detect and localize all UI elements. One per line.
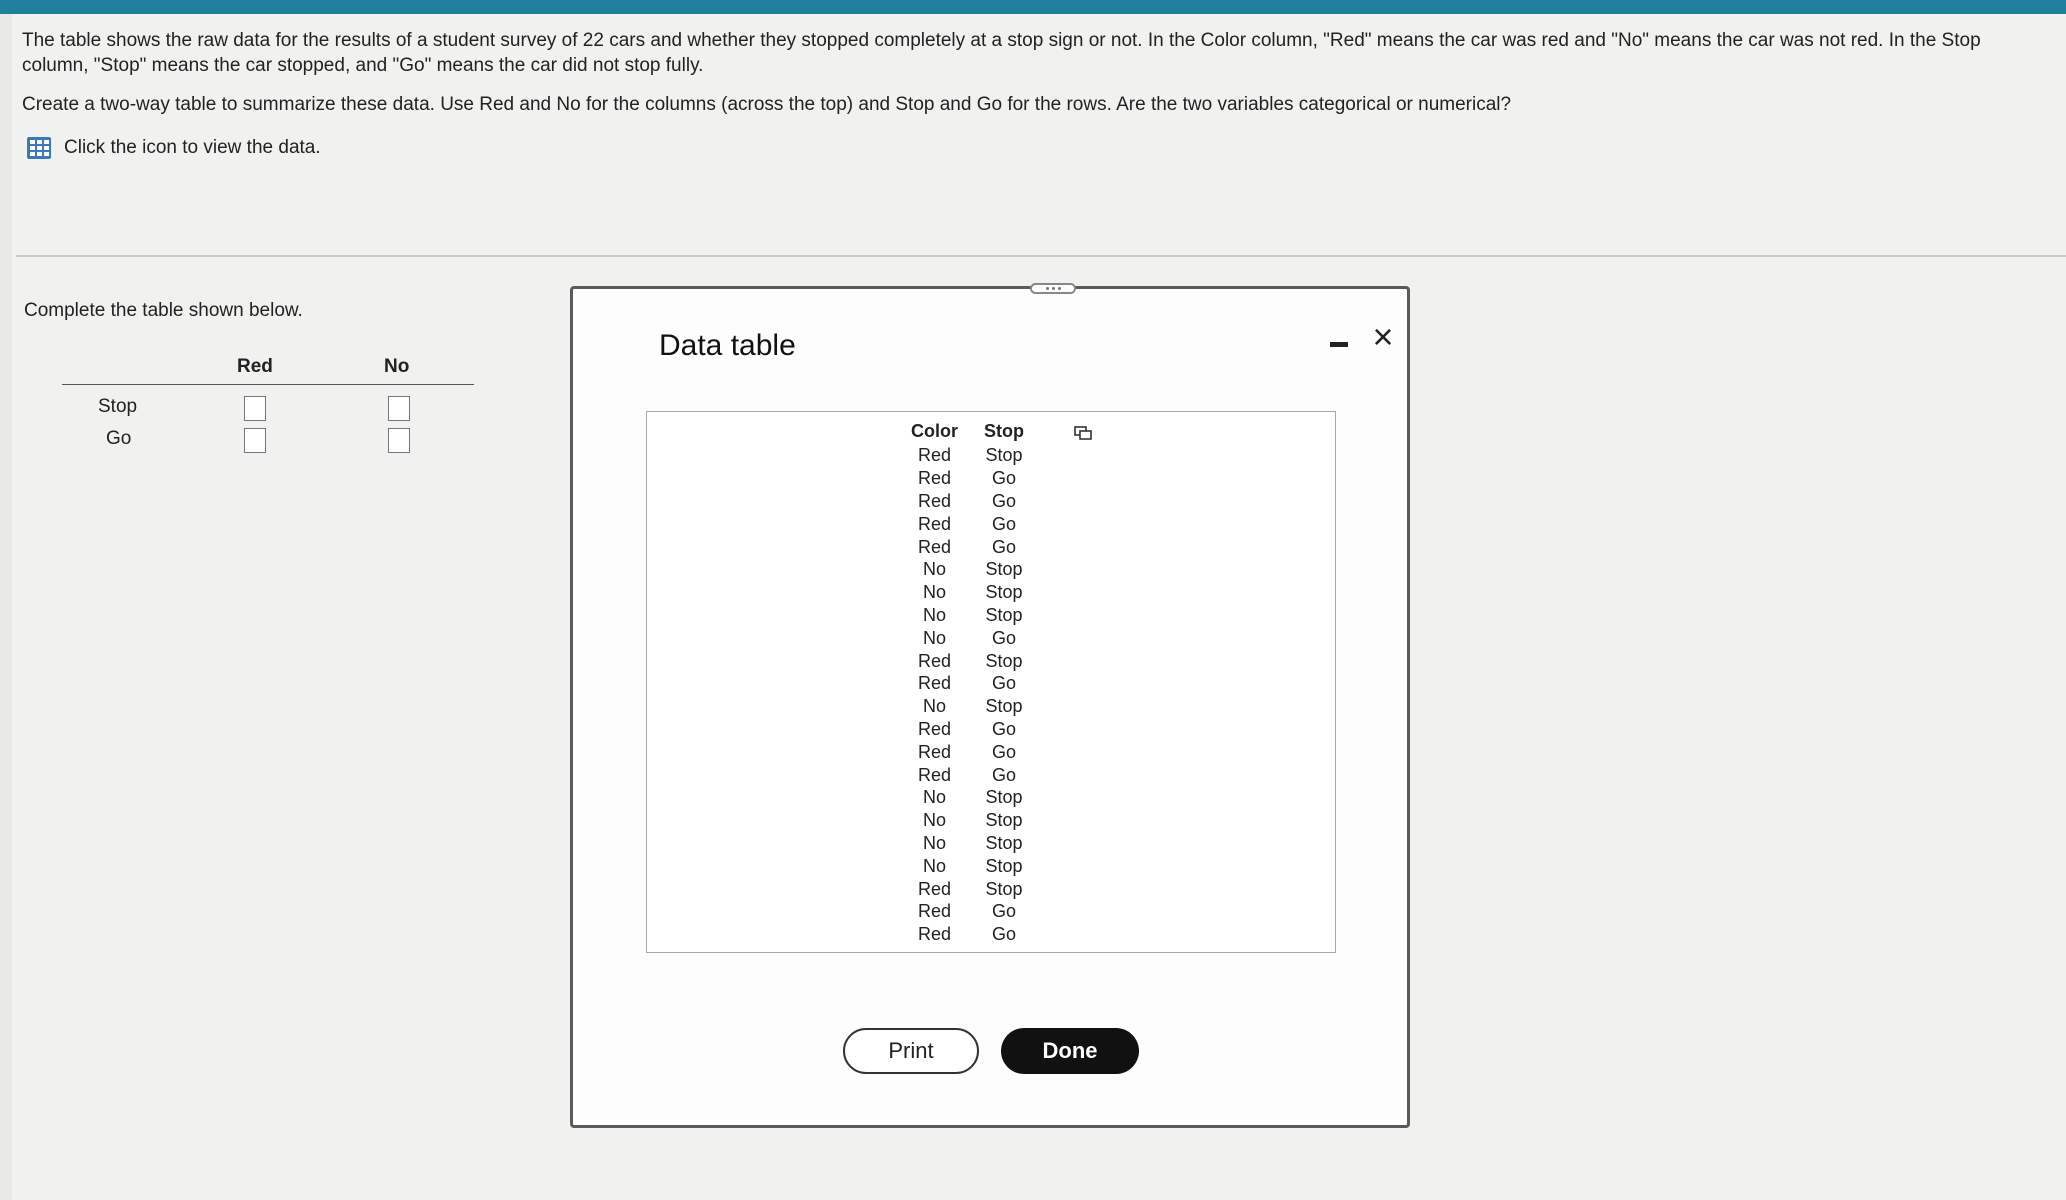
top-bar bbox=[0, 0, 2066, 14]
stop-cell: Stop bbox=[985, 445, 1023, 466]
stop-cell: Go bbox=[991, 718, 1016, 739]
dialog-title: Data table bbox=[659, 329, 796, 362]
table-row: No Stop bbox=[898, 604, 1037, 627]
stop-cell: Go bbox=[991, 673, 1016, 694]
col-header-stop: Stop bbox=[984, 420, 1024, 441]
color-cell: Red bbox=[917, 445, 952, 466]
close-button[interactable]: × bbox=[1363, 317, 1403, 357]
table-row: No Stop bbox=[898, 581, 1037, 604]
color-cell: Red bbox=[917, 513, 952, 534]
table-row: Red Stop bbox=[898, 877, 1037, 900]
color-cell: No bbox=[922, 696, 946, 717]
answer-no-go[interactable] bbox=[388, 428, 410, 453]
stop-cell: Go bbox=[991, 741, 1016, 762]
table-row: Red Stop bbox=[898, 649, 1037, 672]
minimize-button[interactable] bbox=[1325, 329, 1353, 357]
color-cell: Red bbox=[917, 901, 952, 922]
data-table-area: Color Stop Red Stop Red Go Red Go Red Go Red Go No… bbox=[646, 411, 1336, 953]
question-page: The table shows the raw data for the res… bbox=[12, 14, 2066, 1200]
color-cell: No bbox=[922, 627, 946, 648]
stop-cell: Go bbox=[991, 627, 1016, 648]
stop-cell: Stop bbox=[985, 878, 1023, 899]
stop-cell: Stop bbox=[985, 582, 1023, 603]
copy-icon[interactable] bbox=[1074, 426, 1092, 440]
stop-cell: Stop bbox=[985, 832, 1023, 853]
question-paragraph-2: Create a two-way table to summarize thes… bbox=[22, 94, 1512, 115]
print-button[interactable]: Print bbox=[843, 1028, 979, 1074]
table-row: No Stop bbox=[898, 809, 1037, 832]
question-paragraph-1: The table shows the raw data for the res… bbox=[22, 30, 1981, 76]
stop-cell: Go bbox=[991, 901, 1016, 922]
answer-red-stop[interactable] bbox=[244, 396, 266, 421]
color-cell: Red bbox=[917, 468, 952, 489]
color-cell: Red bbox=[917, 764, 952, 785]
color-cell: Red bbox=[917, 924, 952, 945]
color-cell: Red bbox=[917, 718, 952, 739]
color-cell: Red bbox=[917, 878, 952, 899]
stop-cell: Stop bbox=[985, 787, 1023, 808]
col-header-color: Color bbox=[911, 420, 958, 441]
row-label-go: Go bbox=[106, 428, 132, 449]
table-row: Red Go bbox=[898, 923, 1037, 946]
color-cell: Red bbox=[917, 741, 952, 762]
view-data-link[interactable]: Click the icon to view the data. bbox=[26, 136, 321, 160]
col-header-no: No bbox=[384, 356, 410, 377]
table-row: Red Go bbox=[898, 900, 1037, 923]
table-row: Red Go bbox=[898, 740, 1037, 763]
table-row: No Go bbox=[898, 626, 1037, 649]
color-cell: Red bbox=[917, 650, 952, 671]
color-cell: No bbox=[922, 559, 946, 580]
table-row: Red Go bbox=[898, 672, 1037, 695]
color-cell: Red bbox=[917, 536, 952, 557]
stop-cell: Stop bbox=[985, 604, 1023, 625]
table-row: Red Stop bbox=[898, 444, 1037, 467]
grid-icon[interactable] bbox=[26, 136, 52, 160]
stop-cell: Go bbox=[991, 468, 1016, 489]
stop-cell: Go bbox=[991, 513, 1016, 534]
stop-cell: Stop bbox=[985, 855, 1023, 876]
header-rule bbox=[62, 384, 474, 385]
row-label-stop: Stop bbox=[98, 396, 138, 417]
col-header-red: Red bbox=[237, 356, 273, 377]
stop-cell: Go bbox=[991, 764, 1016, 785]
table-row: No Stop bbox=[898, 786, 1037, 809]
answer-no-stop[interactable] bbox=[388, 396, 410, 421]
stop-cell: Stop bbox=[985, 559, 1023, 580]
answer-red-go[interactable] bbox=[244, 428, 266, 453]
table-row: Red Go bbox=[898, 535, 1037, 558]
done-button[interactable]: Done bbox=[1001, 1028, 1139, 1074]
color-cell: Red bbox=[917, 673, 952, 694]
stop-cell: Stop bbox=[985, 650, 1023, 671]
table-row: Red Go bbox=[898, 512, 1037, 535]
color-cell: No bbox=[922, 787, 946, 808]
section-divider bbox=[16, 255, 2066, 257]
table-row: No Stop bbox=[898, 558, 1037, 581]
stop-cell: Go bbox=[991, 536, 1016, 557]
color-cell: No bbox=[922, 604, 946, 625]
answer-instruction: Complete the table shown below. bbox=[24, 300, 303, 321]
stop-cell: Stop bbox=[985, 696, 1023, 717]
table-row: Red Go bbox=[898, 490, 1037, 513]
stop-cell: Go bbox=[991, 924, 1016, 945]
stop-cell: Go bbox=[991, 490, 1016, 511]
color-cell: No bbox=[922, 832, 946, 853]
color-cell: No bbox=[922, 810, 946, 831]
table-row: Red Go bbox=[898, 718, 1037, 741]
drag-handle[interactable] bbox=[1030, 283, 1076, 294]
table-row: No Stop bbox=[898, 695, 1037, 718]
color-cell: No bbox=[922, 582, 946, 603]
color-cell: No bbox=[922, 855, 946, 876]
stop-cell: Stop bbox=[985, 810, 1023, 831]
minimize-icon[interactable] bbox=[1330, 342, 1348, 347]
view-data-label[interactable]: Click the icon to view the data. bbox=[64, 137, 321, 159]
table-row: Red Go bbox=[898, 467, 1037, 490]
color-cell: Red bbox=[917, 490, 952, 511]
table-row: No Stop bbox=[898, 832, 1037, 855]
question-text: The table shows the raw data for the res… bbox=[22, 28, 2032, 131]
raw-data-table: Color Stop Red Stop Red Go Red Go Red Go Red Go No… bbox=[898, 418, 1037, 946]
two-way-table: Red No Stop Go bbox=[62, 344, 474, 459]
table-row: No Stop bbox=[898, 854, 1037, 877]
data-table-dialog: Data table × Color Stop Red Stop Red Go Red G… bbox=[570, 283, 1410, 1128]
table-row: Red Go bbox=[898, 763, 1037, 786]
